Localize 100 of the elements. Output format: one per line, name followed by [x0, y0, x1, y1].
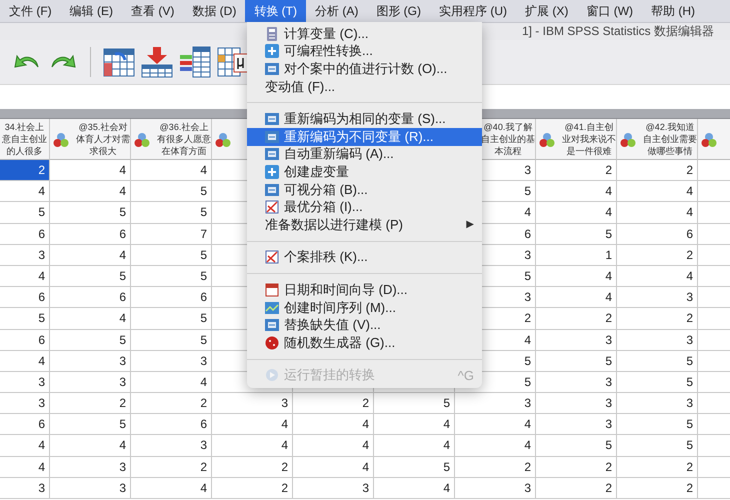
data-cell[interactable]: 5 [131, 330, 212, 351]
menu-bar-item[interactable]: 帮助 (H) [642, 0, 704, 22]
data-cell[interactable]: 2 [212, 478, 293, 499]
data-cell[interactable]: 4 [374, 435, 455, 457]
data-cell[interactable]: 4 [536, 266, 617, 288]
menu-item[interactable]: 可编程性转换... [247, 42, 482, 60]
data-cell[interactable]: 4 [50, 244, 131, 266]
data-cell[interactable]: 2 [293, 393, 374, 414]
data-cell[interactable]: 4 [131, 372, 212, 394]
data-cell[interactable]: 4 [455, 414, 536, 436]
data-cell[interactable]: 3 [131, 350, 212, 372]
data-cell[interactable]: 4 [374, 478, 455, 499]
data-cell[interactable]: 7 [131, 224, 212, 245]
menu-bar-item[interactable]: 转换 (T) [245, 0, 306, 22]
menu-item[interactable]: 计算变量 (C)... [247, 25, 482, 43]
data-cell[interactable]: 4 [0, 350, 50, 372]
data-cell[interactable]: 5 [374, 393, 455, 414]
column-header[interactable]: 34.社会上 意自主创业 的人很多 [0, 119, 50, 160]
data-cell[interactable]: 6 [0, 330, 50, 351]
data-cell[interactable]: 4 [455, 435, 536, 457]
menu-bar-item[interactable]: 文件 (F) [0, 0, 61, 22]
data-cell[interactable]: 6 [50, 287, 131, 308]
data-cell[interactable]: 4 [50, 181, 131, 202]
data-cell[interactable]: 3 [0, 244, 50, 266]
column-header[interactable]: @36.社会上 有很多人愿意 在体育方面 [131, 119, 212, 160]
data-cell[interactable]: 2 [131, 456, 212, 478]
data-cell[interactable]: 4 [0, 266, 50, 288]
data-cell[interactable]: 4 [536, 287, 617, 308]
data-cell[interactable]: 4 [50, 160, 131, 182]
data-cell[interactable]: 5 [131, 244, 212, 266]
data-cell[interactable]: 6 [617, 224, 698, 245]
data-cell[interactable]: 5 [0, 308, 50, 330]
data-cell[interactable]: 3 [455, 478, 536, 499]
data-cell[interactable]: 2 [0, 160, 50, 182]
menu-item[interactable]: 变动值 (F)... [247, 78, 482, 96]
data-cell[interactable]: 5 [131, 266, 212, 288]
data-cell[interactable]: 3 [617, 287, 698, 308]
data-cell[interactable]: 4 [617, 202, 698, 224]
data-cell[interactable]: 3 [0, 478, 50, 499]
menu-item[interactable]: 重新编码为不同变量 (R)... [247, 128, 482, 146]
data-cell[interactable]: 3 [0, 372, 50, 394]
data-cell[interactable]: 4 [293, 414, 374, 436]
data-cell[interactable]: 1 [536, 244, 617, 266]
data-cell[interactable]: 2 [536, 308, 617, 330]
data-cell[interactable]: 4 [293, 435, 374, 457]
data-cell[interactable]: 5 [131, 202, 212, 224]
data-cell[interactable]: 3 [455, 393, 536, 414]
data-cell[interactable]: 3 [536, 372, 617, 394]
data-cell[interactable]: 4 [536, 202, 617, 224]
split-columns-icon[interactable] [179, 46, 211, 78]
menu-bar-item[interactable]: 查看 (V) [122, 0, 184, 22]
data-cell[interactable]: 5 [374, 456, 455, 478]
data-cell[interactable]: 4 [374, 414, 455, 436]
data-cell[interactable]: 3 [617, 330, 698, 351]
data-cell[interactable]: 5 [536, 435, 617, 457]
data-cell[interactable]: 3 [293, 478, 374, 499]
data-cell[interactable]: 2 [617, 456, 698, 478]
data-cell[interactable]: 2 [536, 478, 617, 499]
data-cell[interactable]: 5 [617, 350, 698, 372]
menu-bar-item[interactable]: 编辑 (E) [60, 0, 122, 22]
data-cell[interactable]: 2 [455, 456, 536, 478]
data-cell[interactable]: 2 [50, 393, 131, 414]
data-cell[interactable]: 5 [131, 181, 212, 202]
data-cell[interactable]: 4 [50, 435, 131, 457]
data-cell[interactable]: 2 [617, 478, 698, 499]
data-cell[interactable]: 4 [0, 435, 50, 457]
data-cell[interactable]: 4 [0, 181, 50, 202]
data-cell[interactable]: 4 [617, 266, 698, 288]
data-cell[interactable]: 2 [617, 160, 698, 182]
data-cell[interactable]: 5 [617, 435, 698, 457]
data-cell[interactable]: 3 [50, 456, 131, 478]
data-cell[interactable]: 2 [536, 456, 617, 478]
data-cell[interactable]: 2 [617, 308, 698, 330]
data-cell[interactable]: 4 [536, 181, 617, 202]
data-cell[interactable]: 5 [131, 308, 212, 330]
data-cell[interactable]: 3 [617, 393, 698, 414]
menu-bar-item[interactable]: 图形 (G) [367, 0, 430, 22]
data-cell[interactable]: 5 [50, 266, 131, 288]
data-cell[interactable]: 5 [50, 330, 131, 351]
data-cell[interactable]: 6 [131, 287, 212, 308]
data-cell[interactable]: 6 [0, 224, 50, 245]
data-cell[interactable]: 4 [617, 181, 698, 202]
data-cell[interactable]: 4 [131, 160, 212, 182]
data-cell[interactable]: 4 [212, 435, 293, 457]
data-cell[interactable]: 3 [536, 393, 617, 414]
menu-bar-item[interactable]: 扩展 (X) [516, 0, 578, 22]
data-cell[interactable]: 4 [212, 414, 293, 436]
data-cell[interactable]: 2 [212, 456, 293, 478]
data-cell[interactable]: 5 [617, 414, 698, 436]
data-cell[interactable]: 5 [536, 350, 617, 372]
data-cell[interactable]: 4 [131, 478, 212, 499]
menu-bar-item[interactable]: 实用程序 (U) [430, 0, 516, 22]
data-cell[interactable]: 2 [617, 244, 698, 266]
data-cell[interactable]: 4 [0, 456, 50, 478]
column-header[interactable]: @41.自主创 业对我来说不 是一件很难 [536, 119, 617, 160]
data-cell[interactable]: 2 [131, 393, 212, 414]
data-cell[interactable]: 3 [0, 393, 50, 414]
menu-item[interactable]: 对个案中的值进行计数 (O)... [247, 60, 482, 78]
column-header[interactable]: @35.社会对 体育人才对需 求很大 [50, 119, 131, 160]
data-cell[interactable]: 6 [0, 414, 50, 436]
